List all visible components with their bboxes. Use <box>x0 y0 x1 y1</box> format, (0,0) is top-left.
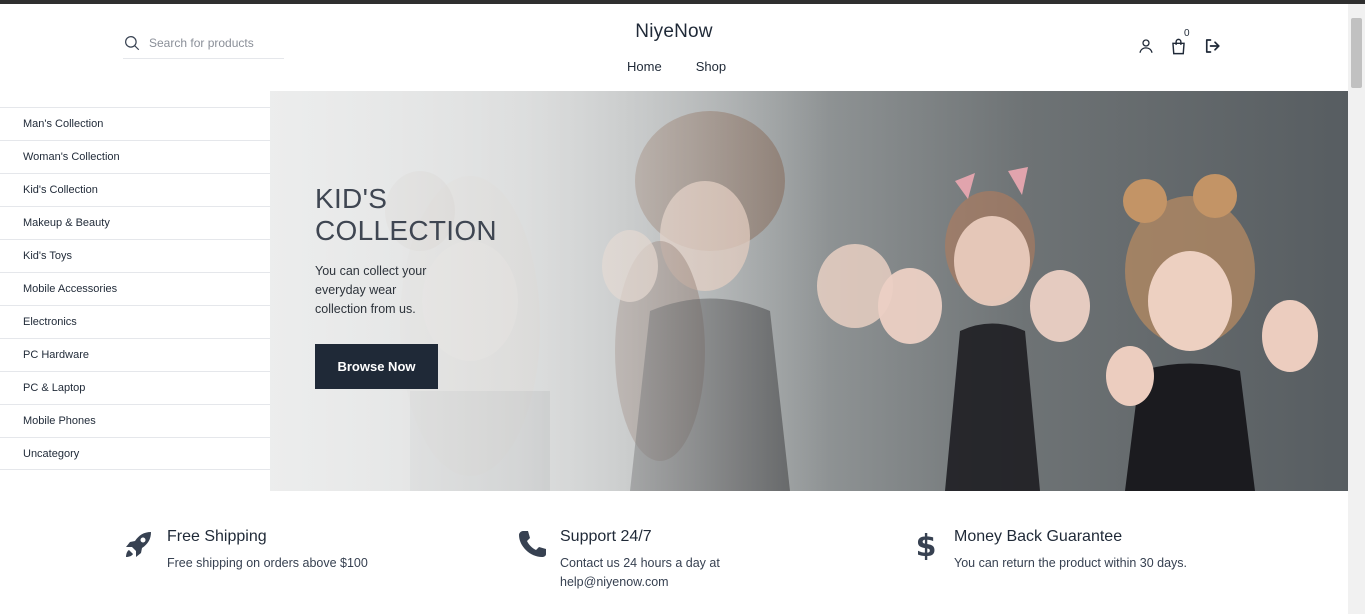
cart-button[interactable]: 0 <box>1168 28 1190 56</box>
sidebar-item-uncategory[interactable]: Uncategory <box>0 437 270 470</box>
rocket-icon <box>126 532 151 557</box>
brand-logo[interactable]: NiyeNow <box>574 21 774 43</box>
sidebar-item-electronics[interactable]: Electronics <box>0 305 270 338</box>
user-icon[interactable] <box>1136 36 1156 56</box>
category-sidebar: Man's Collection Woman's Collection Kid'… <box>0 107 270 470</box>
page-scrollbar[interactable] <box>1348 4 1365 614</box>
dollar-icon: $ <box>916 529 937 560</box>
sidebar-item-mobile-phones[interactable]: Mobile Phones <box>0 404 270 437</box>
scrollbar-thumb[interactable] <box>1351 18 1362 88</box>
feature-title: Money Back Guarantee <box>954 528 1123 545</box>
feature-text: You can return the product within 30 day… <box>954 556 1188 570</box>
nav-home-link[interactable]: Home <box>610 59 679 74</box>
feature-money-back: $ Money Back Guarantee You can return th… <box>910 520 1187 573</box>
hero-title: KID'S COLLECTION <box>315 183 497 246</box>
feature-title: Support 24/7 <box>560 528 652 545</box>
sidebar-item-makeup-beauty[interactable]: Makeup & Beauty <box>0 206 270 239</box>
sidebar-item-mobile-accessories[interactable]: Mobile Accessories <box>0 272 270 305</box>
hero-banner: KID'S COLLECTION You can collect your ev… <box>270 91 1348 491</box>
feature-title: Free Shipping <box>167 528 267 545</box>
sidebar-item-womans-collection[interactable]: Woman's Collection <box>0 140 270 173</box>
sidebar-item-pc-laptop[interactable]: PC & Laptop <box>0 371 270 404</box>
features-strip: Free Shipping Free shipping on orders ab… <box>0 520 1348 614</box>
sidebar-item-kids-collection[interactable]: Kid's Collection <box>0 173 270 206</box>
hero-description: You can collect your everyday wear colle… <box>315 264 427 316</box>
sidebar-item-mans-collection[interactable]: Man's Collection <box>0 107 270 140</box>
shopping-bag-icon <box>1171 38 1185 54</box>
feature-text: Free shipping on orders above $100 <box>167 556 368 570</box>
browse-now-button[interactable]: Browse Now <box>315 344 438 389</box>
cart-count-badge: 0 <box>1184 28 1190 39</box>
phone-icon <box>519 531 546 557</box>
search-icon[interactable] <box>123 34 141 52</box>
nav-shop-link[interactable]: Shop <box>679 59 743 74</box>
feature-text: Contact us 24 hours a day at help@niyeno… <box>560 556 720 589</box>
svg-text:$: $ <box>916 529 937 560</box>
main-nav: Home Shop <box>610 59 740 74</box>
site-header: NiyeNow Home Shop 0 <box>0 4 1348 91</box>
search-input[interactable] <box>149 36 279 50</box>
logout-icon[interactable] <box>1202 36 1222 56</box>
feature-support: Support 24/7 Contact us 24 hours a day a… <box>516 520 720 592</box>
feature-free-shipping: Free Shipping Free shipping on orders ab… <box>123 520 368 573</box>
sidebar-item-kids-toys[interactable]: Kid's Toys <box>0 239 270 272</box>
search-bar[interactable] <box>123 34 284 59</box>
sidebar-item-pc-hardware[interactable]: PC Hardware <box>0 338 270 371</box>
header-actions: 0 <box>1136 28 1222 56</box>
